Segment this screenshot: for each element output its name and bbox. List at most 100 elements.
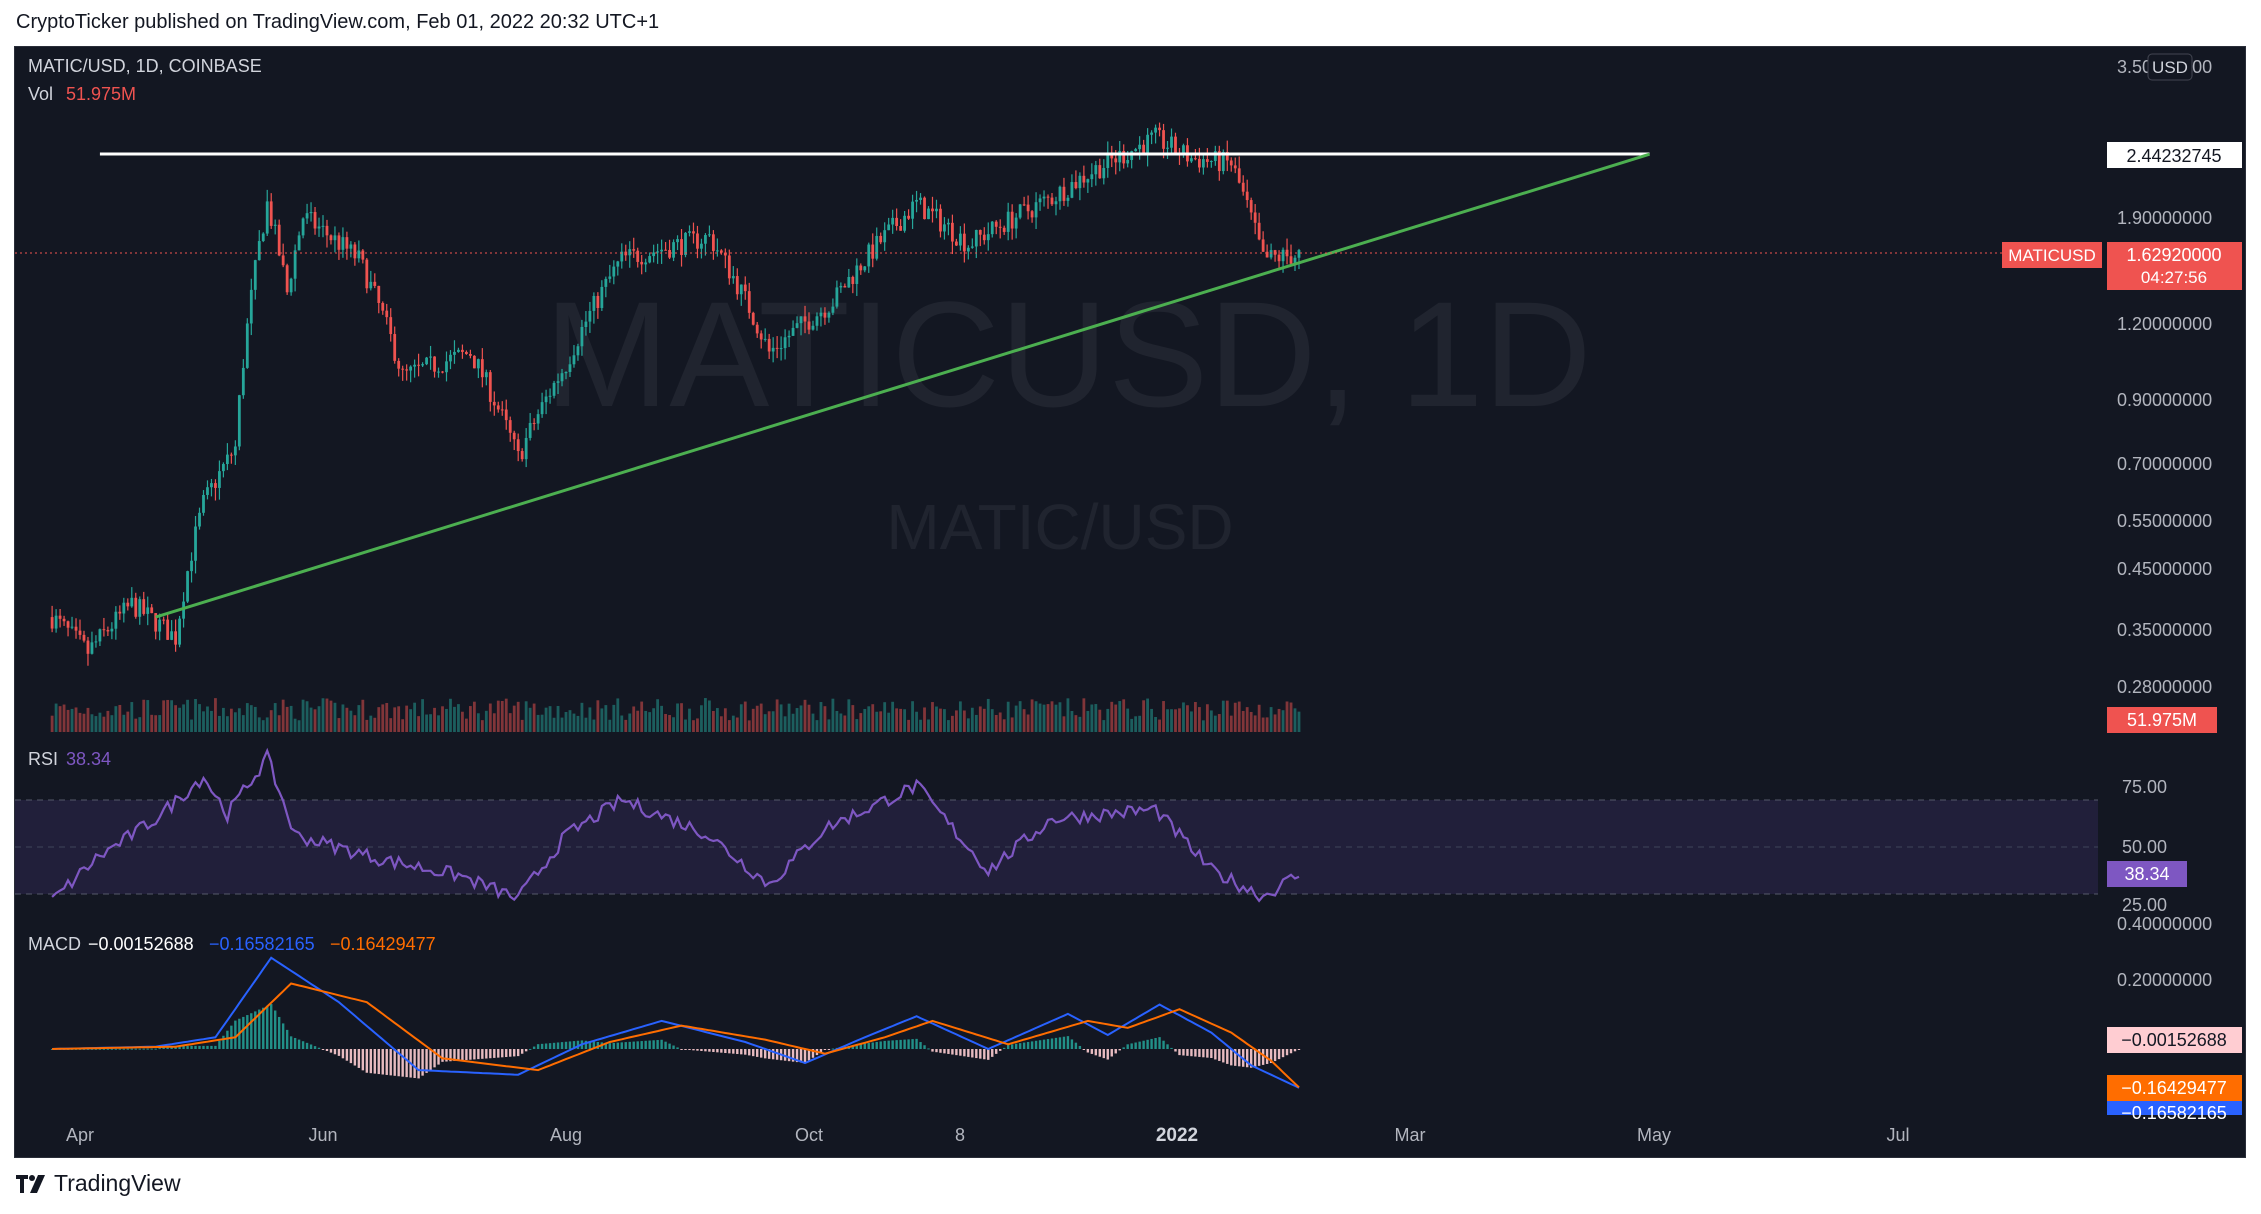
volume-bars — [50, 698, 1301, 732]
volume-bar — [174, 705, 178, 732]
price-tick: 0.90000000 — [2117, 390, 2212, 410]
volume-bar — [1190, 711, 1193, 732]
tradingview-logo[interactable]: TradingView — [16, 1170, 181, 1197]
macd-hist-bar — [1154, 1038, 1157, 1049]
candle-body — [1174, 136, 1177, 153]
volume-bar — [1090, 704, 1094, 732]
candle-body — [1237, 168, 1241, 183]
macd-hist-bar — [740, 1049, 743, 1055]
candle-body — [50, 617, 54, 629]
macd-hist-bar — [871, 1042, 874, 1049]
candle-body — [739, 284, 743, 295]
macd-hist-bar — [305, 1042, 309, 1049]
candle-body — [731, 276, 735, 279]
candle-body — [867, 244, 871, 267]
macd-hist-bar — [1277, 1049, 1281, 1060]
time-tick: Jun — [308, 1125, 337, 1145]
volume-bar — [453, 706, 456, 732]
macd-hist-bar — [931, 1049, 934, 1052]
macd-hist-bar — [911, 1039, 914, 1049]
macd-hist-bar — [441, 1049, 444, 1062]
macd-legend-macd: −0.16582165 — [209, 934, 315, 954]
volume-bar — [496, 700, 500, 732]
candle-body — [628, 249, 632, 256]
macd-hist-bar — [895, 1040, 898, 1049]
volume-bar — [540, 714, 544, 732]
macd-hist-bar — [198, 1045, 201, 1049]
macd-hist-bar — [732, 1049, 735, 1054]
macd-hist-bar — [373, 1049, 376, 1074]
macd-hist-bar — [381, 1049, 384, 1075]
candle-body — [1026, 204, 1030, 212]
candle-body — [1086, 179, 1090, 183]
volume-bar — [1094, 704, 1098, 732]
macd-hist-bar — [389, 1049, 392, 1076]
volume-bar — [632, 706, 636, 732]
macd-hist-bar — [692, 1049, 695, 1051]
candle-body — [1042, 196, 1046, 199]
macd-hist-bar — [289, 1036, 293, 1049]
resistance-price-tag: 2.44232745 — [2126, 146, 2221, 166]
volume-bar — [791, 713, 795, 732]
volume-bar — [815, 720, 819, 732]
volume-bar — [214, 698, 217, 732]
volume-bar — [166, 699, 170, 732]
candle-body — [835, 287, 839, 307]
candle-body — [715, 250, 719, 252]
candle-body — [648, 256, 652, 263]
volume-bar — [190, 719, 193, 732]
candle-body — [576, 346, 580, 356]
candle-body — [775, 347, 779, 349]
volume-bar — [130, 702, 134, 732]
currency-button[interactable]: USD — [2152, 58, 2188, 77]
candle-body — [803, 316, 807, 322]
candle-body — [1002, 227, 1006, 232]
macd-hist-bar — [1222, 1049, 1225, 1063]
candle-body — [664, 249, 667, 251]
candle-body — [301, 218, 305, 236]
bar-countdown: 04:27:56 — [2141, 268, 2207, 287]
candle-body — [385, 310, 389, 318]
volume-bar — [899, 708, 903, 732]
volume-bar — [1126, 708, 1130, 732]
macd-hist-bar — [883, 1040, 886, 1049]
candle-body — [313, 212, 317, 229]
volume-bar — [1178, 708, 1181, 732]
macd-hist-bar — [1245, 1049, 1249, 1068]
macd-hist-bar — [640, 1041, 643, 1049]
candle-body — [190, 560, 193, 572]
candle-body — [62, 618, 66, 622]
candle-body — [883, 230, 887, 243]
volume-bar — [524, 701, 528, 732]
volume-bar — [528, 707, 532, 732]
candle-body — [150, 607, 154, 614]
volume-bar — [704, 698, 707, 732]
macd-hist-bar — [190, 1045, 193, 1049]
rsi-tick: 50.00 — [2122, 837, 2167, 857]
macd-hist-bar — [987, 1049, 990, 1060]
macd-hist-bar — [620, 1042, 623, 1049]
macd-hist-bar — [469, 1049, 472, 1060]
macd-hist-bar — [413, 1049, 416, 1078]
candle-body — [329, 235, 333, 241]
candle-body — [1102, 167, 1106, 179]
macd-hist-bar — [1238, 1049, 1241, 1067]
candle-body — [931, 208, 934, 212]
volume-bar — [1022, 709, 1026, 732]
candle-body — [249, 289, 253, 324]
candle-body — [293, 250, 297, 279]
volume-bar — [1102, 720, 1106, 732]
volume-bar — [676, 703, 679, 732]
price-chart[interactable]: MATICUSD, 1D MATIC/USD MATIC/USD, 1D, CO… — [14, 46, 2244, 1156]
candle-body — [644, 262, 648, 265]
symbol-legend[interactable]: MATIC/USD, 1D, COINBASE — [28, 56, 262, 76]
candle-body — [743, 284, 747, 292]
macd-hist-bar — [465, 1049, 468, 1061]
macd-hist-bar — [867, 1043, 870, 1049]
macd-hist-bar — [477, 1049, 480, 1060]
candle-body — [879, 235, 883, 243]
candle-body — [1114, 158, 1118, 163]
candle-body — [935, 208, 938, 212]
candle-body — [512, 432, 516, 440]
macd-hist-bar — [700, 1049, 703, 1052]
